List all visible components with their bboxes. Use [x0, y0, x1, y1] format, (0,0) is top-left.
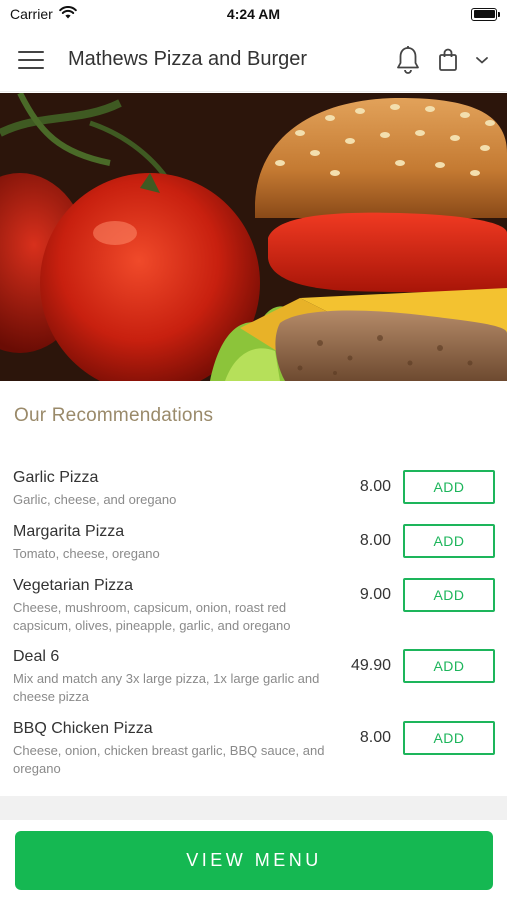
view-menu-button[interactable]: VIEW MENU: [15, 831, 493, 890]
header-actions: [395, 45, 489, 75]
section-divider: [0, 796, 507, 820]
chevron-down-icon[interactable]: [475, 55, 489, 65]
section-title: Our Recommendations: [14, 405, 214, 426]
item-name: Margarita Pizza: [13, 523, 125, 540]
item-description: Mix and match any 3x large pizza, 1x lar…: [13, 671, 320, 704]
item-name: Deal 6: [13, 648, 60, 665]
status-time: 4:24 AM: [226, 6, 281, 22]
status-bar: Carrier 4:24 AM: [0, 0, 507, 28]
item-description: Tomato, cheese, oregano: [13, 546, 160, 561]
shopping-bag-icon[interactable]: [437, 48, 459, 72]
add-button[interactable]: ADD: [403, 649, 495, 683]
item-description: Cheese, mushroom, capsicum, onion, roast…: [13, 600, 291, 633]
item-name: BBQ Chicken Pizza: [13, 720, 153, 737]
add-button[interactable]: ADD: [403, 470, 495, 504]
item-name: Vegetarian Pizza: [13, 577, 134, 594]
bell-icon[interactable]: [395, 45, 421, 75]
bottom-bar: VIEW MENU: [0, 820, 507, 900]
item-description: Cheese, onion, chicken breast garlic, BB…: [13, 743, 325, 776]
hero-food-image: [0, 93, 507, 381]
item-price: 8.00: [359, 729, 391, 746]
app-header: Mathews Pizza and Burger: [0, 28, 507, 92]
battery-icon: [471, 7, 500, 21]
restaurant-title: Mathews Pizza and Burger: [68, 48, 308, 70]
recommendations-section: Our Recommendations Garlic Pizza Garlic,…: [0, 381, 507, 796]
item-price: 49.90: [350, 657, 391, 674]
item-price: 8.00: [359, 478, 391, 495]
item-price: 8.00: [359, 532, 391, 549]
item-name: Garlic Pizza: [13, 469, 99, 486]
item-description: Garlic, cheese, and oregano: [13, 492, 177, 507]
add-button[interactable]: ADD: [403, 524, 495, 558]
add-button[interactable]: ADD: [403, 578, 495, 612]
hamburger-menu-icon[interactable]: [18, 50, 44, 69]
item-price: 9.00: [359, 586, 391, 603]
add-button[interactable]: ADD: [403, 721, 495, 755]
